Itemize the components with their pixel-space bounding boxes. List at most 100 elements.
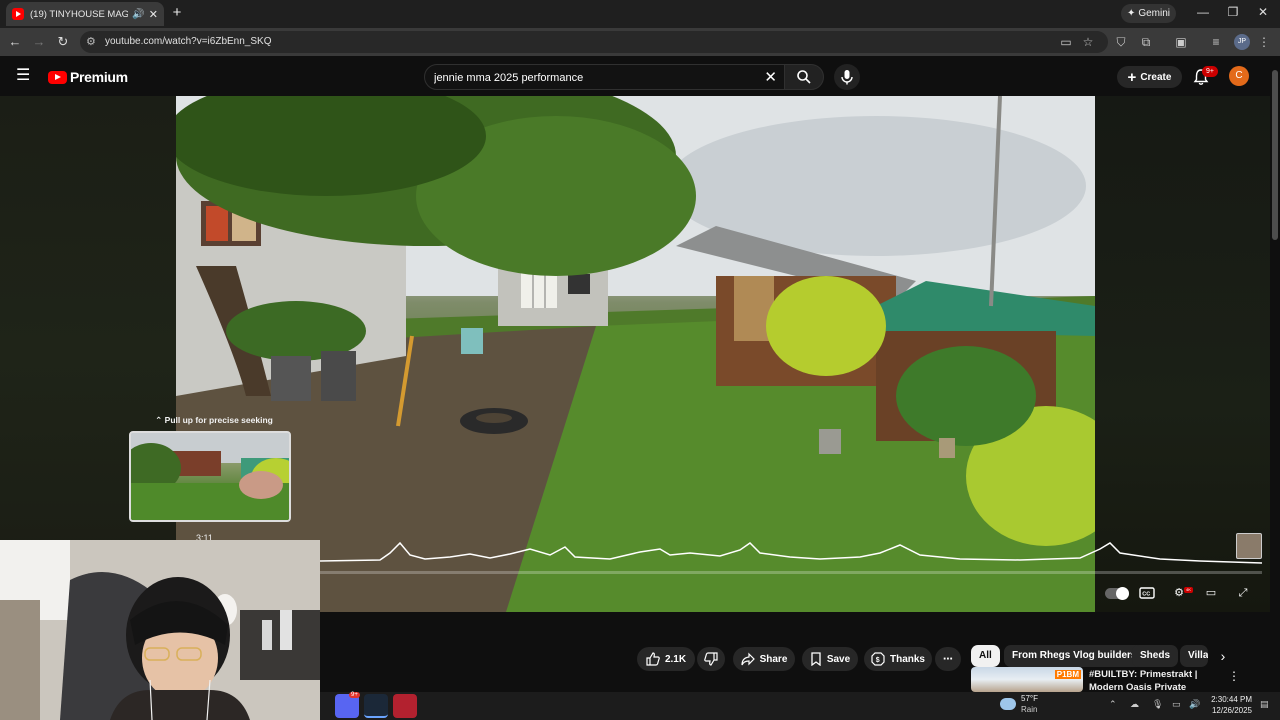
create-button[interactable]: + Create — [1117, 66, 1182, 88]
chip-from-rhegs-vlog-builders[interactable]: From Rhegs Vlog builders — [1004, 645, 1145, 667]
chip-sheds[interactable]: Sheds — [1132, 645, 1179, 667]
weather-temperature[interactable]: 57°F — [1021, 694, 1038, 703]
forward-icon[interactable]: → — [30, 33, 48, 51]
search-icon — [797, 70, 811, 84]
search-button[interactable] — [784, 64, 824, 90]
recommendation-more-icon[interactable]: ⋮ — [1228, 669, 1240, 683]
dislike-button[interactable] — [697, 647, 725, 671]
bookmark-star-icon[interactable]: ☆ — [1080, 34, 1096, 50]
most-replayed-graph — [320, 541, 1262, 564]
bookmark-icon — [811, 652, 821, 666]
close-window-icon[interactable]: ✕ — [1253, 5, 1273, 19]
extensions-icon[interactable]: ⧉ — [1138, 34, 1154, 50]
captions-glyph: CC — [1139, 587, 1155, 599]
browser-tab-strip: (19) TINYHOUSE MAGKANO 🔊 ✕ + ✦Gemini — ❐… — [0, 0, 1280, 28]
steam-app-icon[interactable] — [364, 694, 388, 718]
pinned-app-icon[interactable] — [393, 694, 417, 718]
thanks-label: Thanks — [889, 653, 925, 665]
search-input[interactable] — [434, 69, 754, 87]
create-label: Create — [1140, 71, 1172, 83]
thanks-button[interactable]: $ Thanks — [864, 647, 932, 671]
clock-time[interactable]: 2:30:44 PM — [1208, 695, 1252, 704]
discord-badge: 9+ — [349, 692, 360, 698]
sparkle-icon: ✦ — [1126, 8, 1136, 19]
plus-icon: + — [1127, 68, 1137, 86]
theater-mode-icon[interactable]: ▭ — [1201, 584, 1221, 602]
youtube-header: ☰ Premium ✕ +Create C — [0, 56, 1280, 96]
tray-overflow-icon[interactable]: ⌃ — [1109, 699, 1117, 710]
recommendation-thumbnail[interactable]: P1BM — [971, 667, 1083, 692]
progress-bar[interactable] — [320, 571, 1262, 574]
url-text: youtube.com/watch?v=i6ZbEnn_SKQ — [105, 36, 272, 47]
chip-all[interactable]: All — [971, 645, 1000, 667]
webcam-overlay — [0, 540, 320, 720]
new-tab-button[interactable]: + — [168, 4, 186, 22]
close-tab-icon[interactable]: ✕ — [149, 8, 158, 21]
more-actions-button[interactable]: ⋯ — [935, 647, 961, 671]
more-horizontal-icon: ⋯ — [943, 653, 953, 665]
browser-tab[interactable]: (19) TINYHOUSE MAGKANO 🔊 ✕ — [6, 2, 164, 26]
reload-icon[interactable]: ↻ — [54, 33, 72, 51]
speaker-icon[interactable]: 🔊 — [132, 9, 144, 20]
browser-menu-icon[interactable]: ⋮ — [1256, 34, 1272, 50]
gemini-button[interactable]: ✦ Gemini — [1121, 4, 1176, 23]
clear-search-icon[interactable]: ✕ — [764, 68, 777, 86]
account-avatar[interactable]: C — [1229, 66, 1249, 86]
autoplay-toggle[interactable] — [1105, 587, 1129, 600]
svg-text:$: $ — [876, 657, 880, 664]
address-bar[interactable]: ⚙ youtube.com/watch?v=i6ZbEnn_SKQ — [80, 31, 1108, 53]
svg-text:CC: CC — [1142, 592, 1150, 598]
weather-description[interactable]: Rain — [1021, 705, 1037, 714]
hamburger-menu-icon[interactable]: ☰ — [16, 68, 30, 84]
preview-scene-image — [131, 433, 289, 520]
cast-icon[interactable]: ▭ — [1058, 34, 1074, 50]
shield-extension-icon[interactable]: ⛉ — [1113, 34, 1129, 50]
notification-count-badge: 9+ — [1202, 66, 1218, 77]
site-info-icon[interactable]: ⚙ — [86, 35, 96, 48]
quality-badge: 4K — [1184, 587, 1193, 593]
scrollbar-thumb[interactable] — [1272, 70, 1278, 240]
page-scrollbar[interactable] — [1270, 56, 1280, 692]
mini-preview-thumbnail — [1236, 533, 1262, 559]
windows-taskbar: 9+ 57°F Rain ⌃ ☁ 🎙 ▭ 🔊 2:30:44 PM 12/26/… — [320, 692, 1280, 720]
back-icon[interactable]: ← — [6, 33, 24, 51]
youtube-play-icon — [48, 70, 67, 84]
chevron-right-icon[interactable]: › — [1213, 645, 1233, 667]
seek-preview-thumbnail — [129, 431, 291, 522]
share-button[interactable]: Share — [733, 647, 795, 671]
profile-avatar[interactable]: JP — [1234, 34, 1250, 50]
autoplay-knob — [1116, 587, 1129, 600]
weather-rain-icon[interactable] — [1000, 698, 1016, 710]
captions-icon[interactable]: CC — [1137, 584, 1157, 602]
microphone-tray-icon[interactable]: 🎙 — [1152, 699, 1163, 710]
network-icon[interactable]: ▭ — [1172, 699, 1181, 710]
tab-title: (19) TINYHOUSE MAGKANO — [30, 8, 129, 20]
like-button[interactable]: 2.1K — [637, 647, 695, 671]
thumbs-up-icon — [646, 652, 660, 666]
split-view-icon[interactable]: ▣ — [1173, 34, 1189, 50]
browser-toolbar: ← → ↻ ⚙ youtube.com/watch?v=i6ZbEnn_SKQ … — [0, 28, 1280, 56]
microphone-icon — [841, 70, 853, 85]
volume-icon[interactable]: 🔊 — [1189, 699, 1200, 710]
search-box: ✕ — [424, 64, 786, 90]
chip-villa[interactable]: Villa — [1180, 645, 1208, 667]
like-count: 2.1K — [664, 653, 687, 665]
minimize-icon[interactable]: — — [1193, 5, 1213, 19]
youtube-premium-logo[interactable]: Premium — [48, 69, 128, 85]
thumbs-down-icon — [704, 652, 718, 666]
restore-icon[interactable]: ❐ — [1223, 5, 1243, 19]
onedrive-icon[interactable]: ☁ — [1130, 699, 1139, 710]
ambient-left — [0, 96, 176, 612]
super-thanks-icon: $ — [871, 652, 885, 666]
share-label: Share — [759, 653, 788, 665]
fullscreen-icon[interactable]: ⤢ — [1233, 584, 1253, 602]
media-controls-icon[interactable]: ≡ — [1208, 34, 1224, 50]
clock-date[interactable]: 12/26/2025 — [1208, 706, 1252, 715]
notification-center-icon[interactable]: ▤ — [1260, 699, 1269, 710]
precise-seeking-hint: ⌃ Pull up for precise seeking — [155, 415, 273, 425]
logo-word: Premium — [70, 69, 128, 85]
save-label: Save — [826, 653, 851, 665]
save-button[interactable]: Save — [802, 647, 858, 671]
voice-search-button[interactable] — [834, 64, 860, 90]
youtube-favicon-icon — [12, 8, 24, 20]
